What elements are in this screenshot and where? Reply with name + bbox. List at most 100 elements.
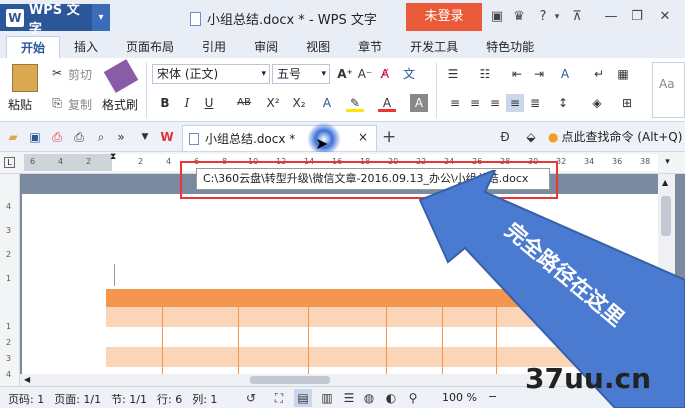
- phonetic-icon[interactable]: 文: [400, 65, 418, 83]
- justify-icon[interactable]: ≡: [506, 94, 524, 112]
- document-icon: [190, 11, 201, 26]
- login-button[interactable]: 未登录: [406, 3, 482, 31]
- tab-features[interactable]: 特色功能: [472, 36, 548, 58]
- paste-button[interactable]: 粘贴: [8, 96, 32, 113]
- revision-icon[interactable]: ↺: [242, 389, 260, 407]
- chevron-down-icon[interactable]: ▾: [321, 65, 326, 83]
- print-preview-icon[interactable]: ⌕: [92, 128, 110, 146]
- ruler-tick: 2: [86, 157, 92, 166]
- hscroll-thumb[interactable]: [250, 376, 330, 384]
- indent-marker-icon[interactable]: ⧗: [110, 152, 116, 162]
- numbering-icon[interactable]: ☷: [476, 65, 494, 83]
- chevron-down-icon[interactable]: ▾: [261, 65, 266, 83]
- tab-page-layout[interactable]: 页面布局: [112, 36, 188, 58]
- fullscreen-icon[interactable]: ⛶: [270, 389, 288, 407]
- ruler-tick: 38: [640, 157, 651, 166]
- ruler-toggle-icon[interactable]: ▾: [662, 157, 673, 168]
- read-view-icon[interactable]: ▥: [318, 389, 336, 407]
- print-icon[interactable]: ⎙: [70, 128, 88, 146]
- mouse-cursor-icon: ➤: [315, 134, 329, 153]
- page-view-icon[interactable]: ▤: [294, 389, 312, 407]
- align-center-icon[interactable]: ≡: [466, 94, 484, 112]
- borders-icon[interactable]: ⊞: [618, 94, 636, 112]
- ruler-tick: 4: [6, 202, 12, 211]
- underline-icon[interactable]: U: [200, 94, 218, 112]
- close-tab-icon[interactable]: ×: [358, 130, 368, 144]
- document-tab[interactable]: 小组总结.docx * ×: [182, 125, 377, 151]
- close-icon[interactable]: ✕: [656, 8, 674, 26]
- app-menu-button[interactable]: W WPS 文字 ▾: [0, 3, 110, 37]
- tab-section[interactable]: 章节: [344, 36, 396, 58]
- ruler-tick: 6: [30, 157, 36, 166]
- distribute-icon[interactable]: ≣: [526, 94, 544, 112]
- tab-insert[interactable]: 插入: [60, 36, 112, 58]
- italic-icon[interactable]: I: [178, 94, 196, 112]
- pdf-icon[interactable]: ⎙: [48, 128, 66, 146]
- chinese-layout-icon[interactable]: A: [556, 65, 574, 83]
- tab-developer[interactable]: 开发工具: [396, 36, 472, 58]
- font-name-select[interactable]: 宋体 (正文) ▾: [152, 64, 270, 84]
- shirt-icon[interactable]: ♛: [510, 8, 528, 26]
- open-folder-icon[interactable]: ▰: [4, 128, 22, 146]
- wps-red-logo-icon[interactable]: W: [158, 128, 176, 146]
- superscript-icon[interactable]: X²: [264, 94, 282, 112]
- status-page[interactable]: 页码: 1: [8, 391, 44, 407]
- style-gallery[interactable]: Aa: [652, 62, 685, 118]
- tab-review[interactable]: 审阅: [240, 36, 292, 58]
- cut-button[interactable]: 剪切: [68, 66, 92, 83]
- shading-icon[interactable]: ◈: [588, 94, 606, 112]
- align-right-icon[interactable]: ≡: [486, 94, 504, 112]
- status-row[interactable]: 行: 6: [157, 391, 182, 407]
- minimize-icon[interactable]: —: [602, 8, 620, 26]
- char-shading-icon[interactable]: A: [410, 94, 428, 112]
- scroll-left-icon[interactable]: ◀: [24, 375, 30, 384]
- strikethrough-icon[interactable]: AB: [232, 94, 256, 112]
- web-view-icon[interactable]: ◍: [360, 389, 378, 407]
- subscript-icon[interactable]: X₂: [290, 94, 308, 112]
- restore-ribbon-icon[interactable]: ⊼: [568, 8, 586, 26]
- copy-button[interactable]: 复制: [68, 96, 92, 113]
- format-painter-button[interactable]: 格式刷: [102, 96, 138, 113]
- align-left-icon[interactable]: ≡: [446, 94, 464, 112]
- app-name: WPS 文字: [28, 2, 80, 37]
- clipboard-icon[interactable]: [12, 64, 38, 92]
- chevron-down-icon[interactable]: ▾: [92, 4, 110, 31]
- tab-references[interactable]: 引用: [188, 36, 240, 58]
- line-spacing-icon[interactable]: ↕: [554, 94, 572, 112]
- bold-icon[interactable]: B: [156, 94, 174, 112]
- maximize-icon[interactable]: ❐: [628, 8, 646, 26]
- table-icon[interactable]: ▦: [614, 65, 632, 83]
- ruler-tick: 3: [6, 354, 12, 363]
- find-command[interactable]: ● 点此查找命令 (Alt+Q): [548, 128, 682, 145]
- eye-care-icon[interactable]: ◐: [382, 389, 400, 407]
- grow-font-icon[interactable]: A⁺: [336, 65, 354, 83]
- decrease-indent-icon[interactable]: ⇤: [508, 65, 526, 83]
- new-tab-button[interactable]: +: [382, 127, 396, 147]
- font-size-select[interactable]: 五号 ▾: [272, 64, 330, 84]
- status-pages[interactable]: 页面: 1/1: [54, 391, 101, 407]
- status-col[interactable]: 列: 1: [192, 391, 217, 407]
- customize-chevron-icon[interactable]: ▼: [136, 128, 154, 146]
- status-section[interactable]: 节: 1/1: [111, 391, 147, 407]
- highlight-icon[interactable]: ✎: [346, 94, 364, 112]
- document-tab-label: 小组总结.docx *: [205, 132, 296, 146]
- tab-stop-icon[interactable]: L: [4, 157, 15, 168]
- save-icon[interactable]: ▣: [26, 128, 44, 146]
- outline-view-icon[interactable]: ☰: [340, 389, 358, 407]
- help-menu-chevron-icon[interactable]: ▾: [548, 8, 566, 26]
- font-color-icon[interactable]: A: [378, 94, 396, 112]
- more-icon[interactable]: »: [112, 128, 130, 146]
- tab-view[interactable]: 视图: [292, 36, 344, 58]
- ruler-tick: 3: [6, 226, 12, 235]
- bullets-icon[interactable]: ☰: [444, 65, 462, 83]
- vertical-ruler[interactable]: 4 3 2 1 1 2 3 4: [0, 174, 20, 386]
- tab-home[interactable]: 开始: [6, 36, 61, 58]
- skin-icon[interactable]: ▣: [488, 8, 506, 26]
- increase-indent-icon[interactable]: ⇥: [530, 65, 548, 83]
- d-icon[interactable]: Ð: [496, 128, 514, 146]
- shrink-font-icon[interactable]: A⁻: [356, 65, 374, 83]
- text-effect-icon[interactable]: A: [318, 94, 336, 112]
- clear-format-icon[interactable]: A̸: [376, 65, 394, 83]
- show-marks-icon[interactable]: ↵: [590, 65, 608, 83]
- paint-icon[interactable]: ⬙: [522, 128, 540, 146]
